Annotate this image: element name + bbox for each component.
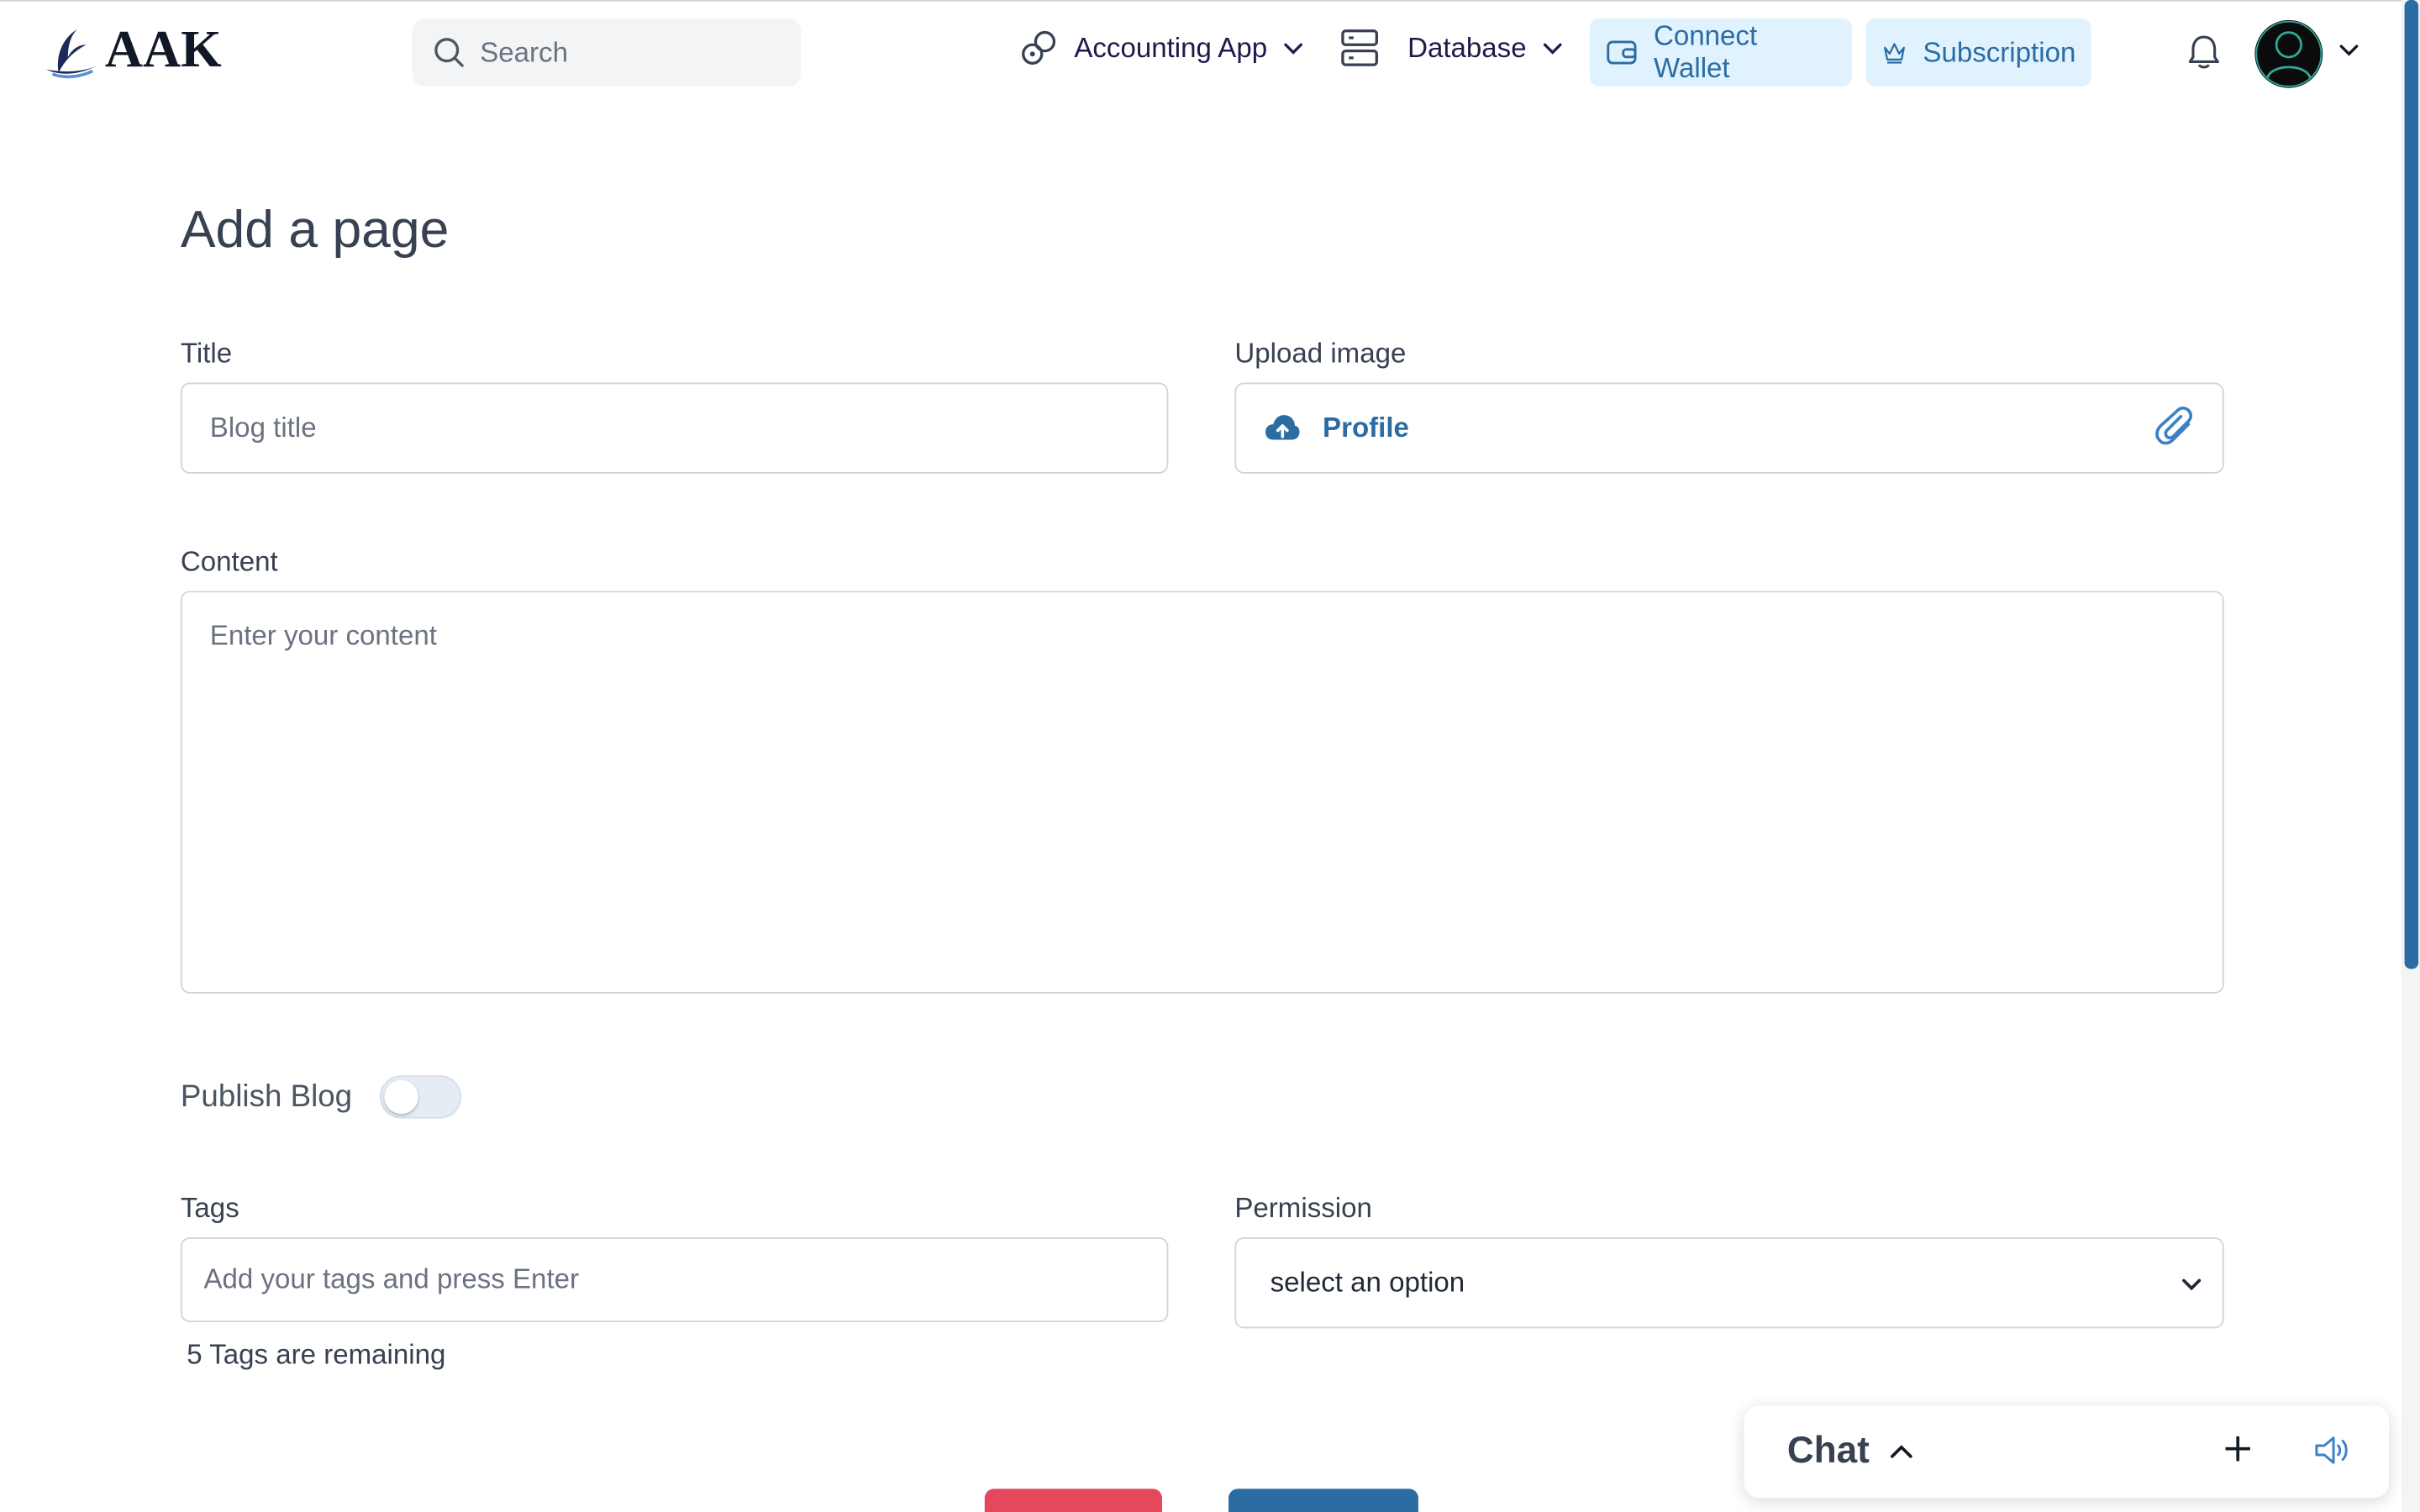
subscription-button[interactable]: Subscription <box>1865 18 2091 87</box>
subscription-label: Subscription <box>1923 36 2076 67</box>
nav-accounting-app[interactable]: Accounting App <box>1018 28 1304 68</box>
publish-blog-row: Publish Blog <box>180 1075 462 1119</box>
sail-logo-icon <box>46 29 96 79</box>
content-textarea[interactable] <box>209 620 2195 960</box>
speaker-icon[interactable] <box>2312 1433 2352 1467</box>
cancel-button[interactable] <box>984 1488 1163 1512</box>
search-input[interactable] <box>480 36 774 69</box>
cloud-upload-icon <box>1265 414 1300 439</box>
chevron-down-icon <box>2182 1278 2202 1290</box>
crown-icon <box>1884 43 1905 64</box>
top-border <box>0 0 2420 2</box>
search-box[interactable] <box>412 18 802 87</box>
avatar[interactable] <box>2254 19 2323 88</box>
publish-toggle[interactable] <box>380 1075 462 1119</box>
nav-database[interactable]: Database <box>1339 28 1563 68</box>
submit-button[interactable] <box>1228 1488 1418 1512</box>
chat-widget[interactable]: Chat <box>1744 1405 2390 1499</box>
page-title: Add a page <box>180 200 450 260</box>
permission-select[interactable]: select an option <box>1234 1237 2224 1329</box>
content-label: Content <box>180 546 278 577</box>
upload-image-label: Upload image <box>1234 338 1407 369</box>
chevron-down-icon <box>1543 43 1562 55</box>
tags-remaining-text: 5 Tags are remaining <box>187 1339 446 1370</box>
permission-label: Permission <box>1234 1192 1372 1224</box>
search-icon <box>434 38 464 67</box>
plus-icon[interactable] <box>2223 1433 2254 1464</box>
upload-image-field[interactable]: Profile <box>1234 382 2224 474</box>
link-icon <box>1022 30 1056 65</box>
tags-input[interactable] <box>203 1263 1167 1296</box>
chevron-down-icon <box>1284 43 1303 55</box>
chevron-up-icon[interactable] <box>1888 1438 1916 1466</box>
user-icon <box>2255 20 2323 87</box>
tags-field[interactable] <box>180 1237 1169 1323</box>
upload-profile-label: Profile <box>1323 412 1409 444</box>
connect-wallet-button[interactable]: Connect Wallet <box>1589 18 1853 87</box>
content-field[interactable] <box>180 591 2224 994</box>
title-label: Title <box>180 338 233 369</box>
tags-label: Tags <box>180 1192 239 1224</box>
logo[interactable]: AAK <box>43 21 222 81</box>
wallet-icon <box>1607 40 1637 65</box>
nav-database-label: Database <box>1407 31 1527 63</box>
title-input[interactable] <box>209 412 1167 444</box>
server-icon <box>1341 29 1378 66</box>
title-field[interactable] <box>180 382 1169 474</box>
paperclip-icon[interactable] <box>2154 406 2197 452</box>
publish-blog-label: Publish Blog <box>180 1079 353 1114</box>
toggle-knob <box>384 1079 419 1115</box>
connect-wallet-label: Connect Wallet <box>1653 19 1758 84</box>
bell-icon[interactable] <box>2186 33 2223 73</box>
scrollbar-thumb[interactable] <box>2404 0 2419 969</box>
chevron-down-icon[interactable] <box>2337 37 2361 61</box>
chat-title: Chat <box>1786 1430 1870 1473</box>
permission-selected: select an option <box>1270 1266 1465 1298</box>
nav-accounting-label: Accounting App <box>1074 31 1268 63</box>
logo-text: AAK <box>104 21 222 79</box>
